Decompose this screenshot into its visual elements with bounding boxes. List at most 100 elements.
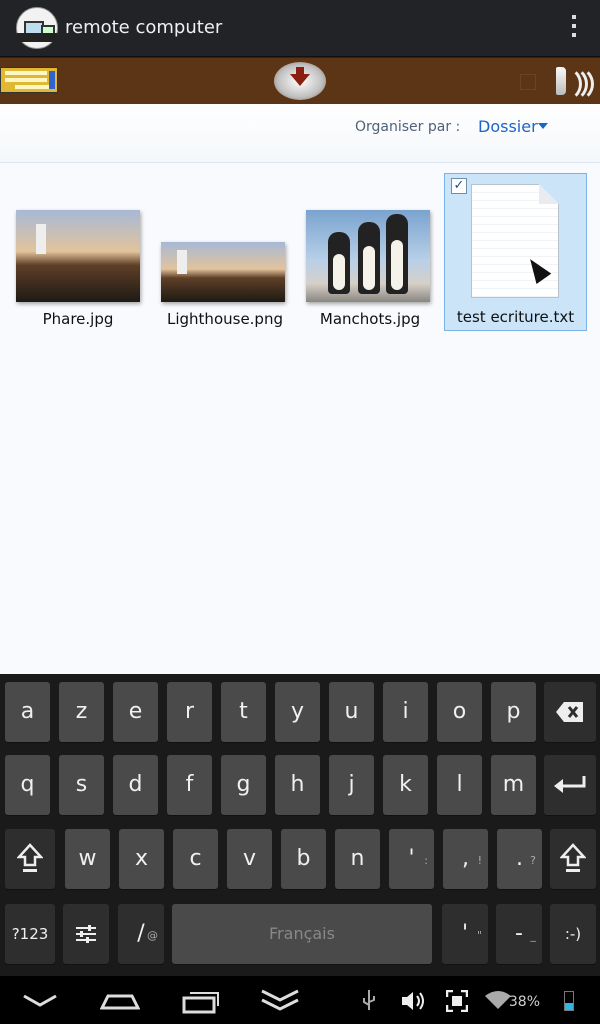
- key-label: q: [20, 772, 35, 797]
- key-label: m: [502, 772, 525, 797]
- space-bar[interactable]: Français: [172, 904, 432, 964]
- overflow-menu-icon[interactable]: [570, 15, 578, 41]
- file-item[interactable]: Manchots.jpg: [306, 208, 434, 332]
- hide-keyboard-icon[interactable]: [22, 994, 58, 1008]
- key-label: -: [515, 921, 523, 946]
- key-label: p: [506, 699, 521, 724]
- key-punct[interactable]: ':: [389, 829, 434, 889]
- key-q[interactable]: q: [5, 755, 50, 815]
- key-e[interactable]: e: [113, 682, 158, 742]
- file-item[interactable]: Lighthouse.png: [159, 208, 291, 332]
- battery-icon: [564, 991, 574, 1011]
- key-o[interactable]: o: [437, 682, 482, 742]
- home-icon[interactable]: [100, 988, 140, 1010]
- key-label: g: [236, 772, 251, 797]
- key-punct[interactable]: ,!: [443, 829, 488, 889]
- app-icon[interactable]: [16, 7, 58, 49]
- key-x[interactable]: x: [119, 829, 164, 889]
- file-item-selected[interactable]: ✓ test ecriture.txt: [444, 173, 587, 331]
- recent-apps-icon[interactable]: [182, 990, 220, 1014]
- enter-key[interactable]: [544, 755, 596, 815]
- key-m[interactable]: m: [491, 755, 536, 815]
- sliders-icon: [76, 925, 96, 943]
- image-thumbnail: [16, 210, 140, 302]
- key-k[interactable]: k: [383, 755, 428, 815]
- download-icon[interactable]: [274, 62, 326, 100]
- key-f[interactable]: f: [167, 755, 212, 815]
- keyboard-icon[interactable]: [0, 67, 58, 93]
- organize-label: Organiser par :: [355, 119, 461, 135]
- key-h[interactable]: h: [275, 755, 320, 815]
- shift-key-left[interactable]: [5, 829, 55, 889]
- key-p[interactable]: p: [491, 682, 536, 742]
- key-n[interactable]: n: [335, 829, 380, 889]
- text-file-icon: [471, 184, 559, 298]
- key-w[interactable]: w: [65, 829, 110, 889]
- key-s[interactable]: s: [59, 755, 104, 815]
- key-l[interactable]: l: [437, 755, 482, 815]
- key-label: b: [296, 846, 311, 871]
- key-label: c: [189, 846, 202, 871]
- mouse-cursor-icon: [522, 254, 552, 284]
- key-label: ,: [462, 846, 469, 871]
- speaker-icon[interactable]: [552, 63, 596, 102]
- key-label: v: [242, 846, 257, 871]
- file-item[interactable]: Phare.jpg: [14, 208, 142, 332]
- key-label: j: [348, 772, 355, 797]
- key-r[interactable]: r: [167, 682, 212, 742]
- backspace-key[interactable]: [544, 682, 596, 742]
- dash-key[interactable]: - _: [496, 904, 542, 964]
- key-j[interactable]: j: [329, 755, 374, 815]
- key-c[interactable]: c: [173, 829, 218, 889]
- file-name: Manchots.jpg: [319, 310, 421, 328]
- toggle-square[interactable]: [520, 74, 536, 90]
- key-v[interactable]: v: [227, 829, 272, 889]
- smiley-key[interactable]: :-): [550, 904, 596, 964]
- volume-icon[interactable]: [400, 990, 426, 1012]
- key-hint: @: [147, 929, 158, 942]
- organize-dropdown[interactable]: Dossier: [478, 117, 538, 136]
- key-label: s: [75, 772, 88, 797]
- wifi-icon: [485, 991, 511, 1009]
- slash-key[interactable]: / @: [118, 904, 164, 964]
- key-label: .: [516, 846, 523, 871]
- chevron-down-icon[interactable]: [538, 123, 548, 129]
- collapse-icon[interactable]: [260, 988, 300, 1012]
- fullscreen-icon[interactable]: [446, 990, 468, 1012]
- key-hint: _: [530, 929, 537, 942]
- key-label: y: [290, 699, 305, 724]
- key-g[interactable]: g: [221, 755, 266, 815]
- key-label: r: [184, 699, 195, 724]
- key-z[interactable]: z: [59, 682, 104, 742]
- remote-toolbar: [0, 57, 600, 105]
- shift-key-right[interactable]: [550, 829, 596, 889]
- key-label: ': [408, 846, 415, 871]
- key-label: o: [452, 699, 467, 724]
- key-y[interactable]: y: [275, 682, 320, 742]
- key-hint: ": [476, 929, 482, 942]
- usb-icon: [363, 990, 375, 1010]
- key-label: h: [290, 772, 305, 797]
- key-punct[interactable]: .?: [497, 829, 542, 889]
- key-d[interactable]: d: [113, 755, 158, 815]
- key-label: n: [350, 846, 365, 871]
- file-name: Lighthouse.png: [167, 310, 283, 328]
- apostrophe-key[interactable]: ' ": [442, 904, 488, 964]
- key-t[interactable]: t: [221, 682, 266, 742]
- checkbox[interactable]: ✓: [451, 178, 467, 194]
- key-label: ': [461, 921, 469, 946]
- settings-key[interactable]: [63, 904, 109, 964]
- key-b[interactable]: b: [281, 829, 326, 889]
- key-label: /: [137, 921, 145, 946]
- navigation-bar: 38%: [0, 976, 600, 1024]
- key-a[interactable]: a: [5, 682, 50, 742]
- symbols-key[interactable]: ?123: [5, 904, 55, 964]
- image-thumbnail: [306, 210, 430, 302]
- key-u[interactable]: u: [329, 682, 374, 742]
- key-hint: :: [424, 854, 428, 867]
- key-label: a: [20, 699, 35, 724]
- action-bar: remote computer: [0, 0, 600, 57]
- image-thumbnail: [161, 242, 285, 302]
- key-i[interactable]: i: [383, 682, 428, 742]
- battery-percent: 38%: [508, 994, 540, 1010]
